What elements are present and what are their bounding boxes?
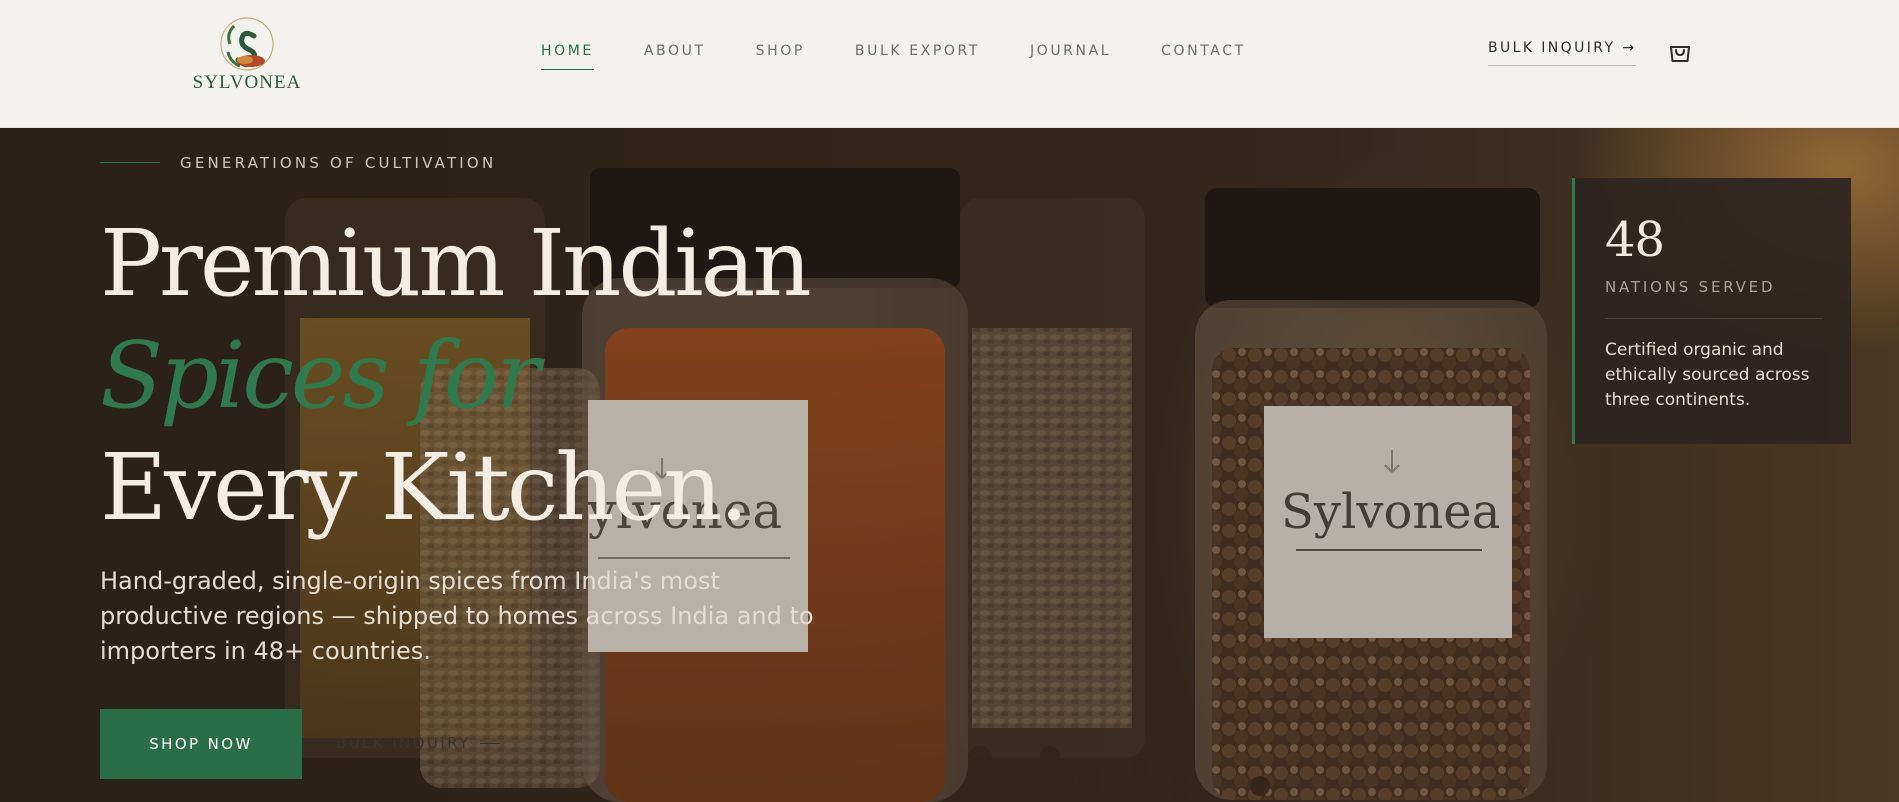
brand-wordmark: SYLVONEA <box>192 72 302 93</box>
stat-divider <box>1605 318 1822 319</box>
stat-description: Certified organic and ethically sourced … <box>1605 340 1810 410</box>
stat-label: NATIONS SERVED <box>1605 278 1776 296</box>
shop-now-button[interactable]: SHOP NOW <box>100 709 302 779</box>
site-header: SYLVONEA HOME ABOUT SHOP BULK EXPORT JOU… <box>0 0 1899 128</box>
nav-item-journal[interactable]: JOURNAL <box>1030 43 1111 70</box>
bulk-inquiry-dash <box>480 743 500 744</box>
nav-item-home[interactable]: HOME <box>541 43 594 70</box>
bulk-inquiry-button[interactable]: BULK INQUIRY <box>336 734 471 752</box>
nav-item-contact[interactable]: CONTACT <box>1161 43 1246 70</box>
bulk-inquiry-link[interactable]: BULK INQUIRY → <box>1488 40 1637 66</box>
nav-item-bulk-export[interactable]: BULK EXPORT <box>855 43 980 70</box>
main-nav: HOME ABOUT SHOP BULK EXPORT JOURNAL CONT… <box>541 43 1296 70</box>
nav-item-shop[interactable]: SHOP <box>756 43 805 70</box>
hero-headline-line-3: Every Kitchen. <box>100 434 749 541</box>
stat-card: 48 NATIONS SERVED Certified organic and … <box>1572 178 1851 444</box>
hero-section: ylvonea Sylvonea GENERATIONS OF CULTIVAT… <box>0 128 1899 802</box>
hero-eyebrow: GENERATIONS OF CULTIVATION <box>180 154 497 172</box>
logo-emblem-icon <box>220 17 274 71</box>
stat-number: 48 <box>1605 212 1665 268</box>
hero-headline-line-1: Premium Indian <box>100 210 812 317</box>
eyebrow-rule <box>100 162 160 163</box>
brand-logo[interactable]: SYLVONEA <box>192 14 302 94</box>
hero-headline-line-2: Spices for <box>100 322 540 429</box>
shopping-bag-icon[interactable] <box>1667 39 1693 65</box>
hero-description: Hand-graded, single-origin spices from I… <box>100 567 814 665</box>
nav-item-about[interactable]: ABOUT <box>644 43 706 70</box>
